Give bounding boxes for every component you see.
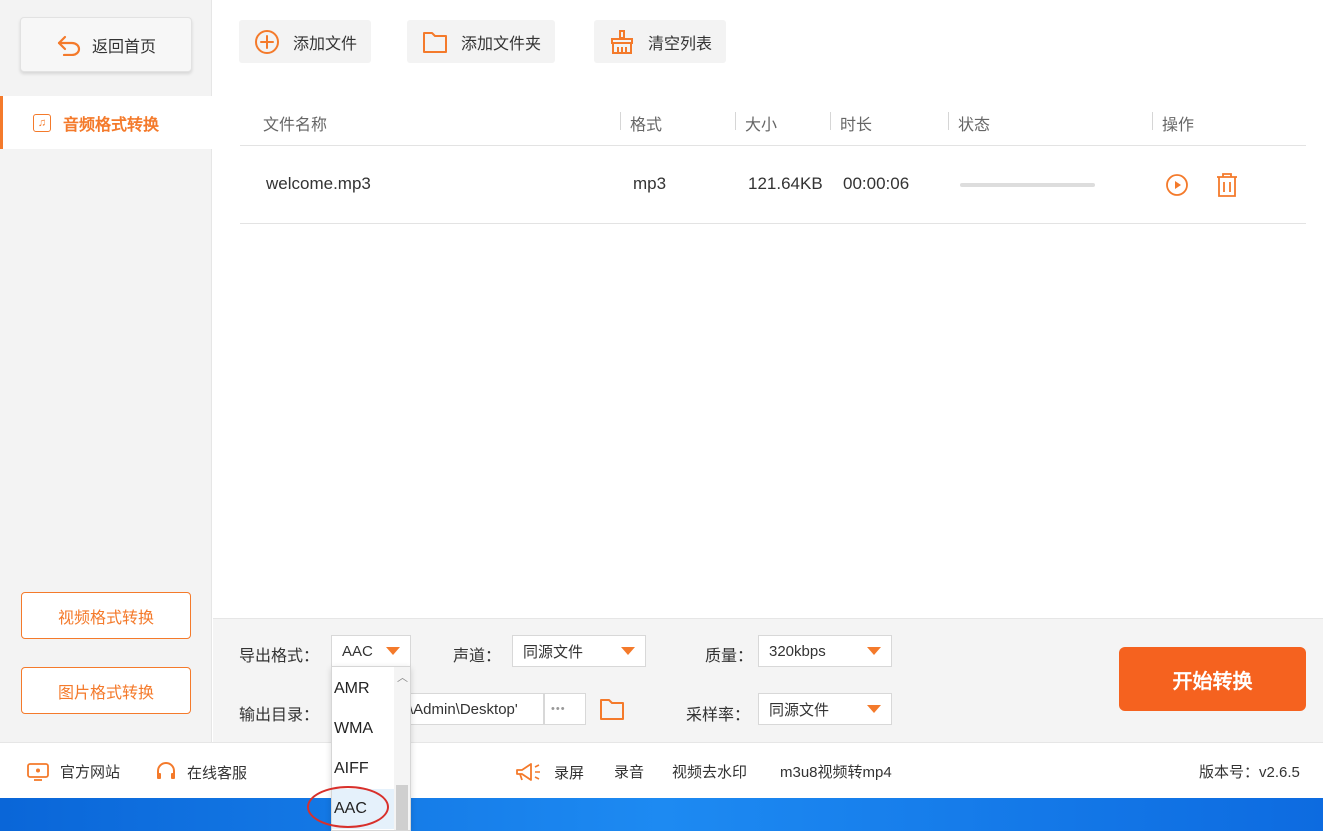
screen-record-link[interactable]: 录屏 xyxy=(514,761,584,783)
chevron-down-icon xyxy=(621,647,635,655)
footer-bar: 官方网站 在线客服 录屏 录音 视频去水印 m3u8视频转mp4 版本号：v2.… xyxy=(0,742,1323,798)
video-convert-label: 视频格式转换 xyxy=(57,609,154,627)
column-divider xyxy=(735,112,736,130)
column-divider xyxy=(1152,112,1153,130)
file-name: welcome.mp3 xyxy=(266,174,371,193)
official-website-label: 官方网站 xyxy=(60,764,121,781)
back-arrow-icon xyxy=(57,35,81,56)
quality-value: 320kbps xyxy=(769,642,826,660)
add-folder-button[interactable]: 添加文件夹 xyxy=(407,20,556,63)
browse-dir-button[interactable]: ••• xyxy=(544,693,586,725)
open-folder-icon[interactable] xyxy=(598,695,626,723)
start-convert-label: 开始转换 xyxy=(1172,670,1253,693)
broom-icon xyxy=(611,29,633,54)
file-format: mp3 xyxy=(633,174,667,193)
table-row[interactable]: welcome.mp3 mp3 121.64KB 00:00:06 xyxy=(240,146,1306,224)
quality-label: 质量： xyxy=(705,648,754,665)
video-convert-button[interactable]: 视频格式转换 xyxy=(21,592,191,639)
sidebar: 返回首页 ♫ 音频格式转换 视频格式转换 图片格式转换 xyxy=(0,0,212,742)
sample-rate-label: 采样率： xyxy=(686,707,751,724)
export-format-dropdown: AMR WMA AIFF AAC ︿ xyxy=(331,666,411,831)
quality-select[interactable]: 320kbps xyxy=(758,635,892,667)
image-convert-label: 图片格式转换 xyxy=(57,684,154,702)
watermark-remove-link[interactable]: 视频去水印 xyxy=(672,761,747,782)
file-table-header: 文件名称 格式 大小 时长 状态 操作 xyxy=(240,96,1306,146)
online-support-label: 在线客服 xyxy=(187,764,248,782)
official-website-link[interactable]: 官方网站 xyxy=(26,761,120,782)
export-format-select[interactable]: AAC xyxy=(331,635,411,667)
file-duration: 00:00:06 xyxy=(843,174,910,193)
add-file-label: 添加文件 xyxy=(293,35,358,53)
sample-rate-select[interactable]: 同源文件 xyxy=(758,693,892,725)
sidebar-item-audio-convert[interactable]: ♫ 音频格式转换 xyxy=(0,96,212,149)
column-header-status: 状态 xyxy=(958,117,991,134)
export-format-label: 导出格式： xyxy=(239,648,320,665)
add-file-button[interactable]: 添加文件 xyxy=(239,20,372,63)
column-header-duration: 时长 xyxy=(840,117,873,134)
browse-dots: ••• xyxy=(551,703,566,715)
m3u8-to-mp4-link[interactable]: m3u8视频转mp4 xyxy=(780,761,892,782)
scroll-up-icon[interactable]: ︿ xyxy=(397,673,408,684)
add-folder-label: 添加文件夹 xyxy=(461,35,542,53)
export-format-value: AAC xyxy=(342,642,373,660)
column-divider xyxy=(620,112,621,130)
headset-icon xyxy=(157,762,175,779)
megaphone-icon xyxy=(516,763,540,781)
start-convert-button[interactable]: 开始转换 xyxy=(1119,647,1306,711)
column-header-size: 大小 xyxy=(745,117,778,134)
channel-select[interactable]: 同源文件 xyxy=(512,635,646,667)
format-option-aac[interactable]: AAC xyxy=(332,789,396,829)
music-note-icon: ♫ xyxy=(33,113,51,132)
back-home-button[interactable]: 返回首页 xyxy=(20,17,192,72)
monitor-icon xyxy=(27,762,49,781)
trash-icon[interactable] xyxy=(1215,172,1239,198)
version-label: 版本号：v2.6.5 xyxy=(1199,764,1300,781)
output-dir-field[interactable]: \Admin\Desktop' xyxy=(409,693,544,725)
output-dir-value: \Admin\Desktop' xyxy=(409,700,518,718)
conversion-progress-bar xyxy=(960,183,1095,187)
audio-record-link[interactable]: 录音 xyxy=(614,761,644,782)
plus-circle-icon xyxy=(255,29,279,54)
clear-list-button[interactable]: 清空列表 xyxy=(594,20,727,63)
channel-value: 同源文件 xyxy=(523,643,584,661)
screen-record-label: 录屏 xyxy=(554,764,585,782)
back-home-label: 返回首页 xyxy=(91,38,156,56)
channel-label: 声道： xyxy=(453,648,502,665)
column-divider xyxy=(830,112,831,130)
format-option-wma[interactable]: WMA xyxy=(332,709,396,749)
format-option-amr[interactable]: AMR xyxy=(332,669,396,709)
chevron-down-icon xyxy=(386,647,400,655)
image-convert-button[interactable]: 图片格式转换 xyxy=(21,667,191,714)
sidebar-item-label: 音频格式转换 xyxy=(63,116,160,134)
clear-list-label: 清空列表 xyxy=(648,35,713,53)
chevron-down-icon xyxy=(867,705,881,713)
file-size: 121.64KB xyxy=(748,174,823,193)
column-header-format: 格式 xyxy=(630,117,663,134)
sample-rate-value: 同源文件 xyxy=(769,701,830,719)
dropdown-scrollbar[interactable]: ︿ xyxy=(394,667,410,830)
scrollbar-thumb[interactable] xyxy=(396,785,408,830)
play-icon[interactable] xyxy=(1165,173,1189,197)
column-header-actions: 操作 xyxy=(1162,117,1195,134)
folder-icon xyxy=(423,31,447,53)
os-taskbar xyxy=(0,798,1323,831)
column-header-filename: 文件名称 xyxy=(263,117,328,134)
output-dir-label: 输出目录： xyxy=(239,707,320,724)
online-support-link[interactable]: 在线客服 xyxy=(155,761,247,783)
column-divider xyxy=(948,112,949,130)
format-option-aiff[interactable]: AIFF xyxy=(332,749,396,789)
chevron-down-icon xyxy=(867,647,881,655)
